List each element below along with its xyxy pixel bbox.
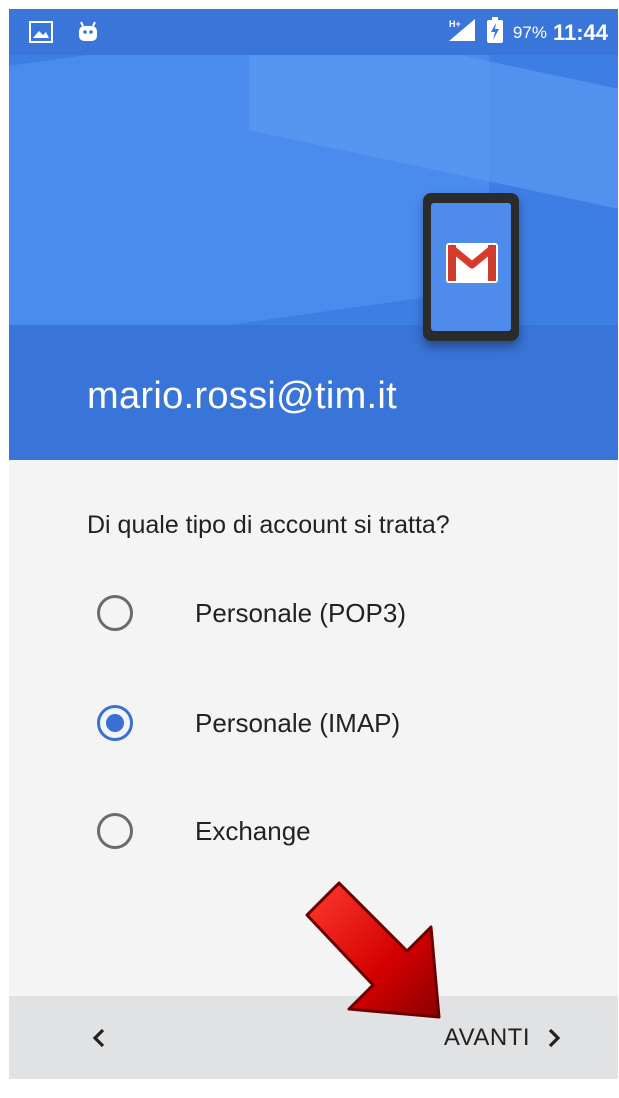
account-email: mario.rossi@tim.it [87,375,397,417]
signal-icon: H+ [447,17,477,48]
battery-percent: 97% [512,22,547,42]
account-header: mario.rossi@tim.it [9,55,618,460]
radio-button[interactable] [97,813,133,849]
chevron-left-icon [92,1028,105,1048]
option-imap[interactable]: Personale (IMAP) [97,695,400,751]
chevron-right-icon [548,1028,561,1048]
status-bar: H+ 97% 11:44 [9,9,618,55]
radio-button[interactable] [97,595,133,631]
option-label: Exchange [195,815,311,846]
screen: H+ 97% 11:44 mario.rossi@tim.it Di quale… [9,9,618,1079]
gmail-icon [446,243,498,283]
status-system: H+ 97% 11:44 [447,17,608,48]
option-exchange[interactable]: Exchange [97,803,311,859]
status-notifications [29,21,99,48]
account-type-question: Di quale tipo di account si tratta? [87,511,450,539]
back-button[interactable] [81,1020,117,1056]
gmail-phone-icon [423,193,519,341]
gallery-icon [29,21,53,48]
clock: 11:44 [552,19,608,45]
battery-charging-icon [486,17,503,48]
option-label: Personale (POP3) [195,597,406,628]
radio-button-selected[interactable] [97,705,133,741]
device-screen [431,203,511,331]
option-label: Personale (IMAP) [195,707,401,738]
android-icon [77,21,99,48]
red-arrow-icon [299,877,469,1042]
option-pop3[interactable]: Personale (POP3) [97,585,406,641]
network-type-label: H+ [449,19,461,29]
